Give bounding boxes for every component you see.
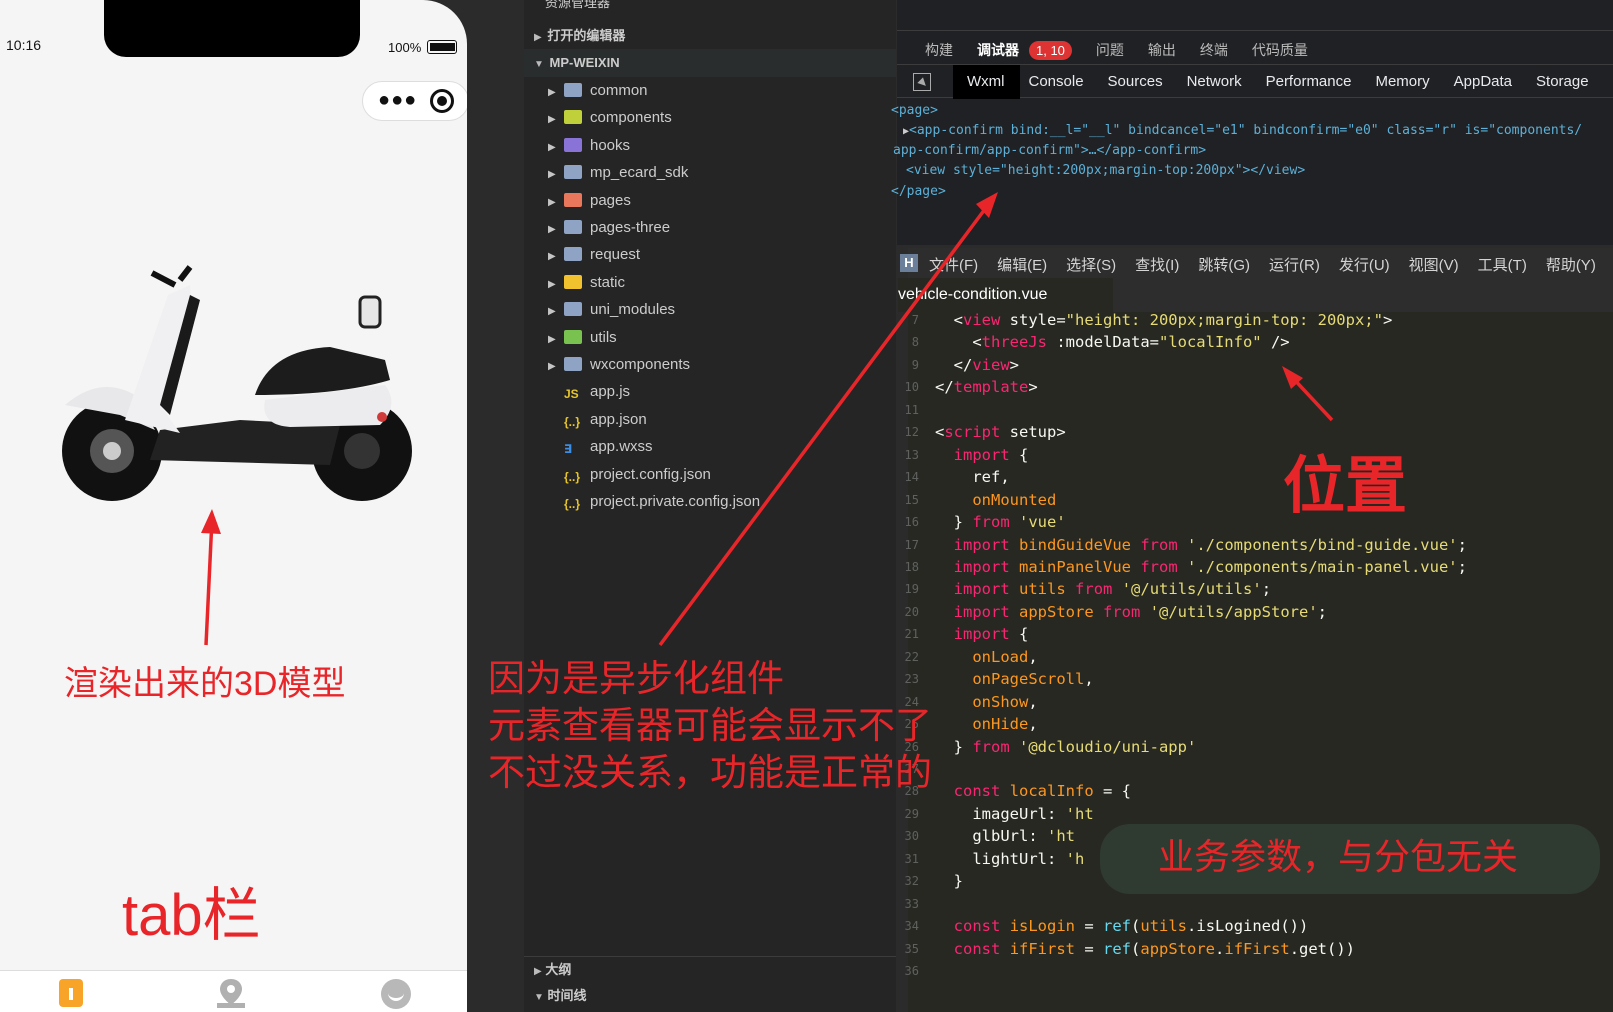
annotation-async-line3: 不过没关系，功能是正常的 <box>488 752 932 793</box>
annotation-async-line2: 元素查看器可能会显示不了 <box>488 705 932 746</box>
annotation-biz-label: 业务参数，与分包无关 <box>1158 836 1519 877</box>
annotation-position-label: 位置 <box>1283 452 1408 521</box>
annotation-arrow-async <box>658 203 990 647</box>
annotation-async-note: 因为是异步化组件 元素查看器可能会显示不了 不过没关系，功能是正常的 <box>488 655 932 796</box>
annotation-async-line1: 因为是异步化组件 <box>488 658 784 699</box>
